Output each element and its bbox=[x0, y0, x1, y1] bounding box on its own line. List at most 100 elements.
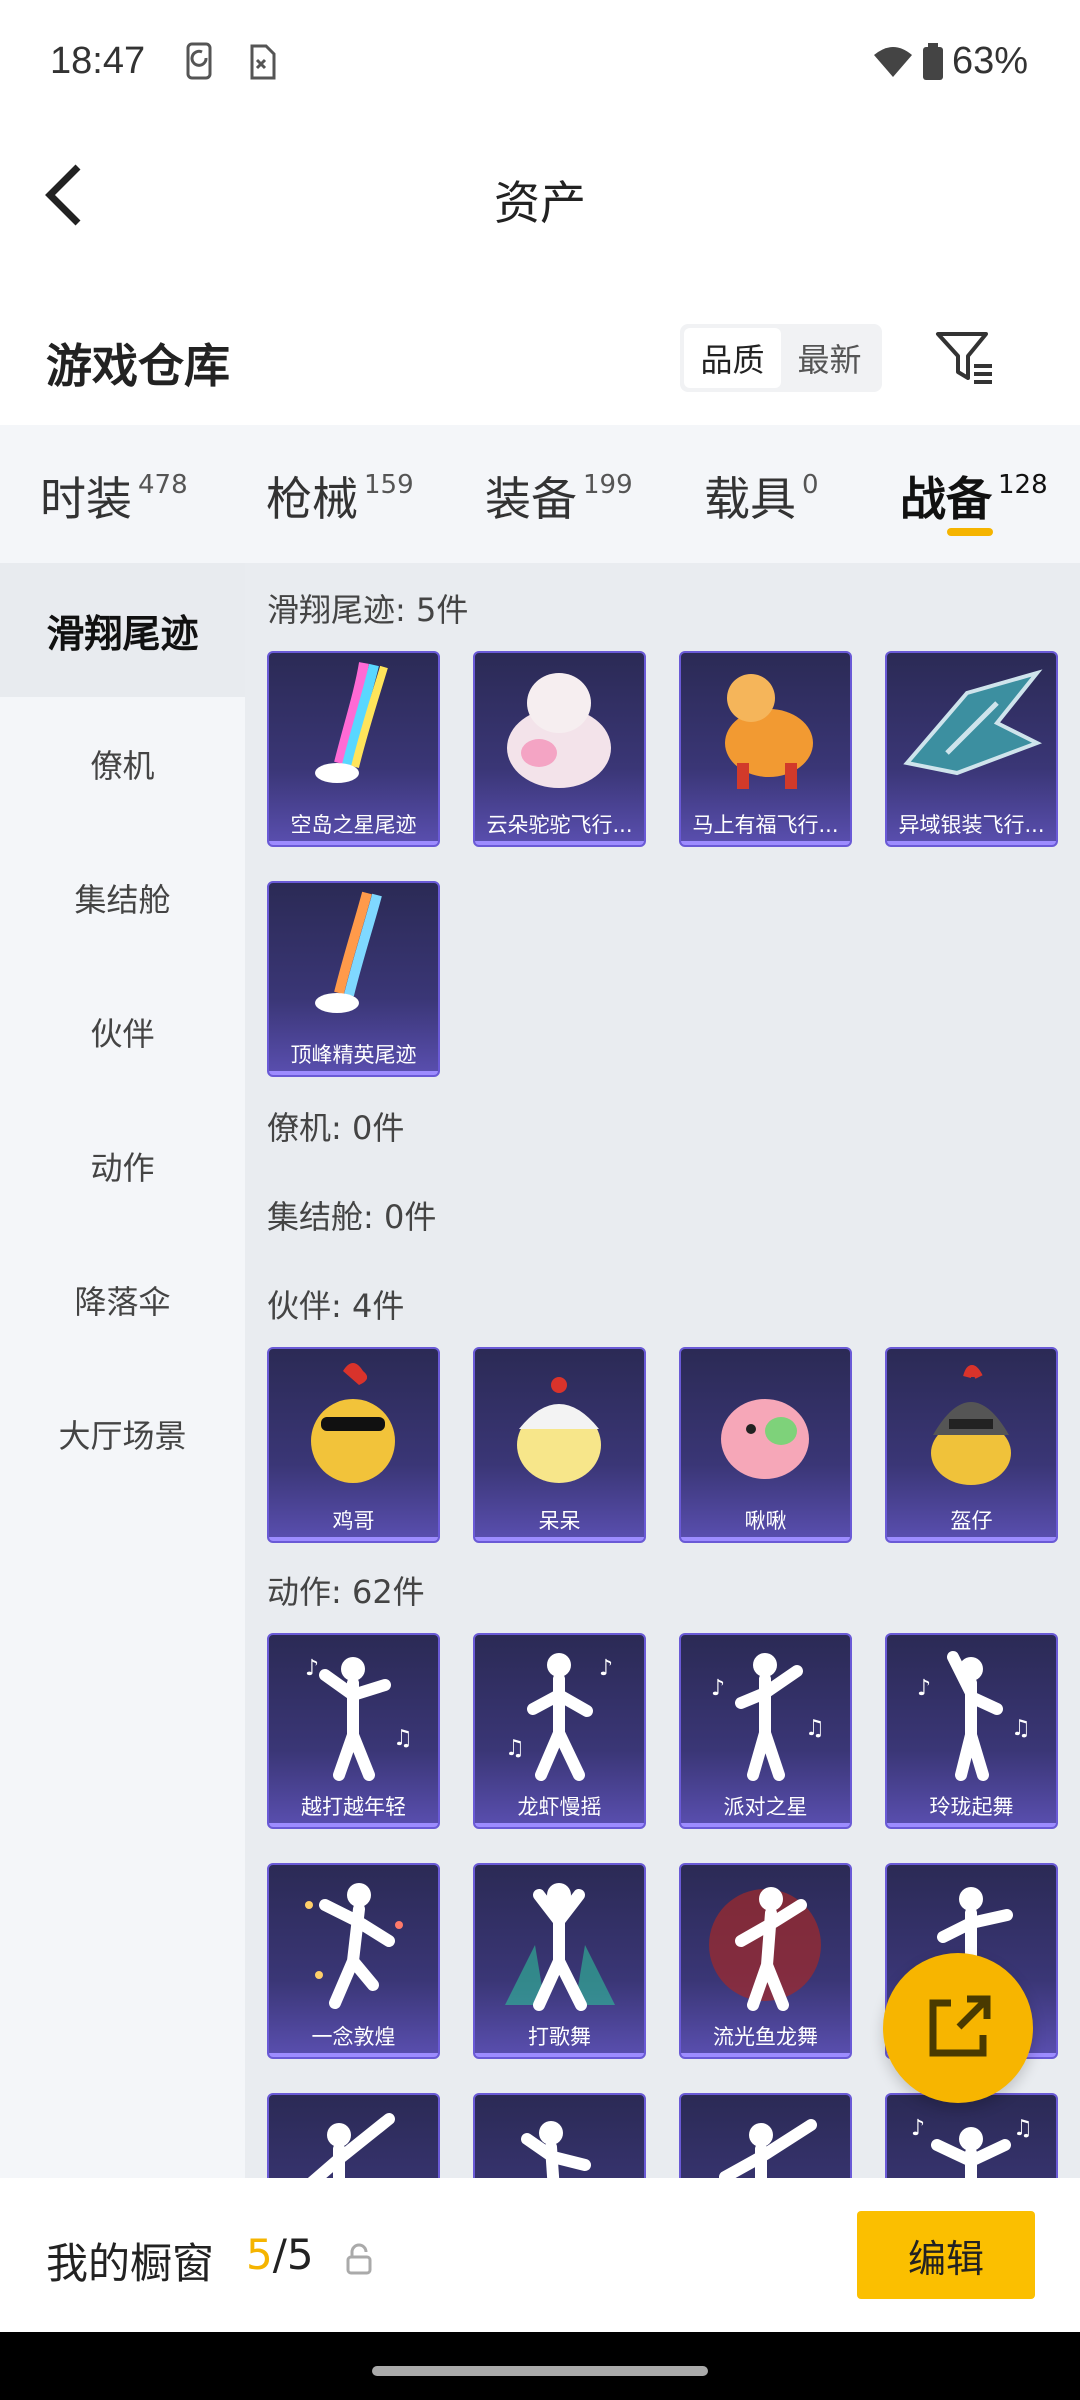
share-fab-button[interactable] bbox=[883, 1953, 1033, 2103]
tab-fashion[interactable]: 时装 478 bbox=[40, 463, 188, 529]
svg-text:♪: ♪ bbox=[711, 1676, 725, 1701]
item-card[interactable]: 一念敦煌 bbox=[267, 1863, 440, 2059]
tab-vehicles[interactable]: 载具 0 bbox=[704, 463, 819, 529]
item-card[interactable]: 啾啾 bbox=[679, 1347, 852, 1543]
dance-figure-icon: ♪♫ bbox=[305, 1656, 413, 1781]
sidebar-item-parachute[interactable]: 降落伞 bbox=[0, 1233, 245, 1367]
item-card[interactable]: 流光鱼龙舞 bbox=[679, 1863, 852, 2059]
battery-icon bbox=[922, 42, 943, 80]
sidebar-item-lobby-scene[interactable]: 大厅场景 bbox=[0, 1367, 245, 1501]
item-label: 啾啾 bbox=[744, 1509, 787, 1533]
showcase-bar: 我的橱窗 5/5 编辑 bbox=[0, 2178, 1080, 2332]
tab-equipment[interactable]: 装备 199 bbox=[485, 463, 633, 529]
home-gesture-handle[interactable] bbox=[372, 2366, 708, 2376]
showcase-count: 5/5 bbox=[246, 2230, 314, 2279]
item-label: 一念敦煌 bbox=[311, 2025, 396, 2049]
cloud-alpaca-art-icon bbox=[507, 673, 611, 788]
phone-sync-icon bbox=[186, 42, 212, 80]
helmet-chick-art-icon bbox=[931, 1365, 1011, 1485]
item-card[interactable]: ♪ ♫ bbox=[885, 2093, 1058, 2178]
tab-guns[interactable]: 枪械 159 bbox=[266, 463, 414, 529]
wifi-icon bbox=[873, 46, 912, 77]
tab-active-indicator bbox=[947, 528, 993, 536]
item-label: 玲珑起舞 bbox=[929, 1795, 1014, 1819]
item-label: 顶峰精英尾迹 bbox=[290, 1043, 417, 1067]
item-card[interactable]: 打歌舞 bbox=[473, 1863, 646, 2059]
page-title: 资产 bbox=[494, 176, 586, 230]
item-card[interactable]: ♪ ♫ 越打越年轻 bbox=[267, 1633, 440, 1829]
category-tabs: 时装 478 枪械 159 装备 199 载具 0 战备 128 bbox=[0, 425, 1080, 563]
lucky-horse-art-icon bbox=[725, 674, 813, 789]
item-label: 异域银装飞行... bbox=[898, 813, 1045, 837]
sort-quality[interactable]: 品质 bbox=[684, 328, 781, 388]
item-card[interactable]: 呆呆 bbox=[473, 1347, 646, 1543]
sim-off-icon bbox=[250, 44, 276, 80]
svg-text:♫: ♫ bbox=[805, 1716, 825, 1741]
showcase-title: 我的橱窗 bbox=[46, 2239, 215, 2288]
svg-text:♫: ♫ bbox=[1013, 2116, 1033, 2141]
section-title-capsule: 集结舱: 0件 bbox=[267, 1198, 437, 1236]
dance-figure-icon bbox=[505, 1883, 615, 2011]
item-label: 派对之星 bbox=[723, 1795, 808, 1819]
chick-art-icon bbox=[517, 1377, 601, 1483]
dance-figure-icon bbox=[521, 2121, 591, 2178]
dance-figure-icon: ♪♫ bbox=[711, 1653, 825, 1781]
item-card[interactable]: ♪ ♫ 龙虾慢摇 bbox=[473, 1633, 646, 1829]
glide-trail-art-icon bbox=[315, 662, 388, 783]
status-right: 63% bbox=[872, 40, 1028, 83]
item-card[interactable]: 顶峰精英尾迹 bbox=[267, 881, 440, 1077]
item-label: 马上有福飞行... bbox=[692, 813, 839, 837]
section-title-glide: 滑翔尾迹: 5件 bbox=[267, 591, 469, 629]
filter-icon[interactable] bbox=[932, 326, 996, 390]
svg-text:♫: ♫ bbox=[393, 1726, 413, 1751]
sidebar-item-wingman[interactable]: 僚机 bbox=[0, 697, 245, 831]
dance-figure-icon bbox=[719, 2119, 817, 2178]
external-link-icon bbox=[929, 1995, 991, 2057]
item-card[interactable]: 鸡哥 bbox=[267, 1347, 440, 1543]
item-label: 龙虾慢摇 bbox=[517, 1795, 602, 1819]
item-card[interactable]: ♪ ♫ 玲珑起舞 bbox=[885, 1633, 1058, 1829]
sidebar-item-partner[interactable]: 伙伴 bbox=[0, 965, 245, 1099]
item-card[interactable]: 云朵驼驼飞行... bbox=[473, 651, 646, 847]
item-card[interactable]: 盔仔 bbox=[885, 1347, 1058, 1543]
battery-percent: 63% bbox=[951, 40, 1028, 82]
edit-button[interactable]: 编辑 bbox=[857, 2211, 1035, 2299]
svg-text:♪: ♪ bbox=[911, 2116, 925, 2141]
dance-figure-icon bbox=[307, 2113, 395, 2178]
item-card[interactable] bbox=[473, 2093, 646, 2178]
warehouse-title: 游戏仓库 bbox=[46, 339, 230, 393]
dance-figure-icon bbox=[709, 1887, 821, 2011]
sidebar-item-emote[interactable]: 动作 bbox=[0, 1099, 245, 1233]
sidebar-item-glide-trail[interactable]: 滑翔尾迹 bbox=[0, 563, 245, 697]
section-title-emote: 动作: 62件 bbox=[267, 1573, 425, 1611]
sidebar: 滑翔尾迹 僚机 集结舱 伙伴 动作 降落伞 大厅场景 bbox=[0, 563, 245, 2178]
tab-readiness[interactable]: 战备 128 bbox=[900, 463, 1048, 529]
sort-toggle: 品质 最新 bbox=[680, 324, 882, 392]
item-label: 呆呆 bbox=[538, 1509, 581, 1533]
item-card[interactable]: 空岛之星尾迹 bbox=[267, 651, 440, 847]
item-label: 鸡哥 bbox=[332, 1509, 375, 1533]
section-title-wingman: 僚机: 0件 bbox=[267, 1109, 405, 1147]
item-card[interactable] bbox=[267, 2093, 440, 2178]
item-grid: 滑翔尾迹: 5件 空岛之星尾迹 云朵驼驼飞行... 马上有福飞行... 异域银装… bbox=[245, 563, 1080, 2178]
svg-text:♪: ♪ bbox=[599, 1656, 613, 1681]
svg-text:♫: ♫ bbox=[505, 1736, 525, 1761]
item-label: 越打越年轻 bbox=[301, 1795, 406, 1819]
item-label: 云朵驼驼飞行... bbox=[486, 813, 633, 837]
svg-text:♪: ♪ bbox=[305, 1656, 319, 1681]
system-nav-bar bbox=[0, 2332, 1080, 2400]
item-card[interactable]: 马上有福飞行... bbox=[679, 651, 852, 847]
warehouse-header: 游戏仓库 品质 最新 bbox=[0, 300, 1080, 425]
dance-figure-icon: ♪♫ bbox=[911, 2116, 1033, 2178]
item-card[interactable]: ♪ ♫ 派对之星 bbox=[679, 1633, 852, 1829]
sort-newest[interactable]: 最新 bbox=[781, 328, 878, 388]
dance-figure-icon: ♪♫ bbox=[917, 1651, 1031, 1781]
item-label: 打歌舞 bbox=[528, 2025, 591, 2049]
lock-icon bbox=[346, 2243, 372, 2275]
status-time: 18:47 bbox=[50, 40, 146, 82]
item-card[interactable] bbox=[679, 2093, 852, 2178]
pink-bird-art-icon bbox=[721, 1399, 809, 1479]
item-card[interactable]: 异域银装飞行... bbox=[885, 651, 1058, 847]
sidebar-item-capsule[interactable]: 集结舱 bbox=[0, 831, 245, 965]
elite-trail-art-icon bbox=[315, 891, 382, 1013]
